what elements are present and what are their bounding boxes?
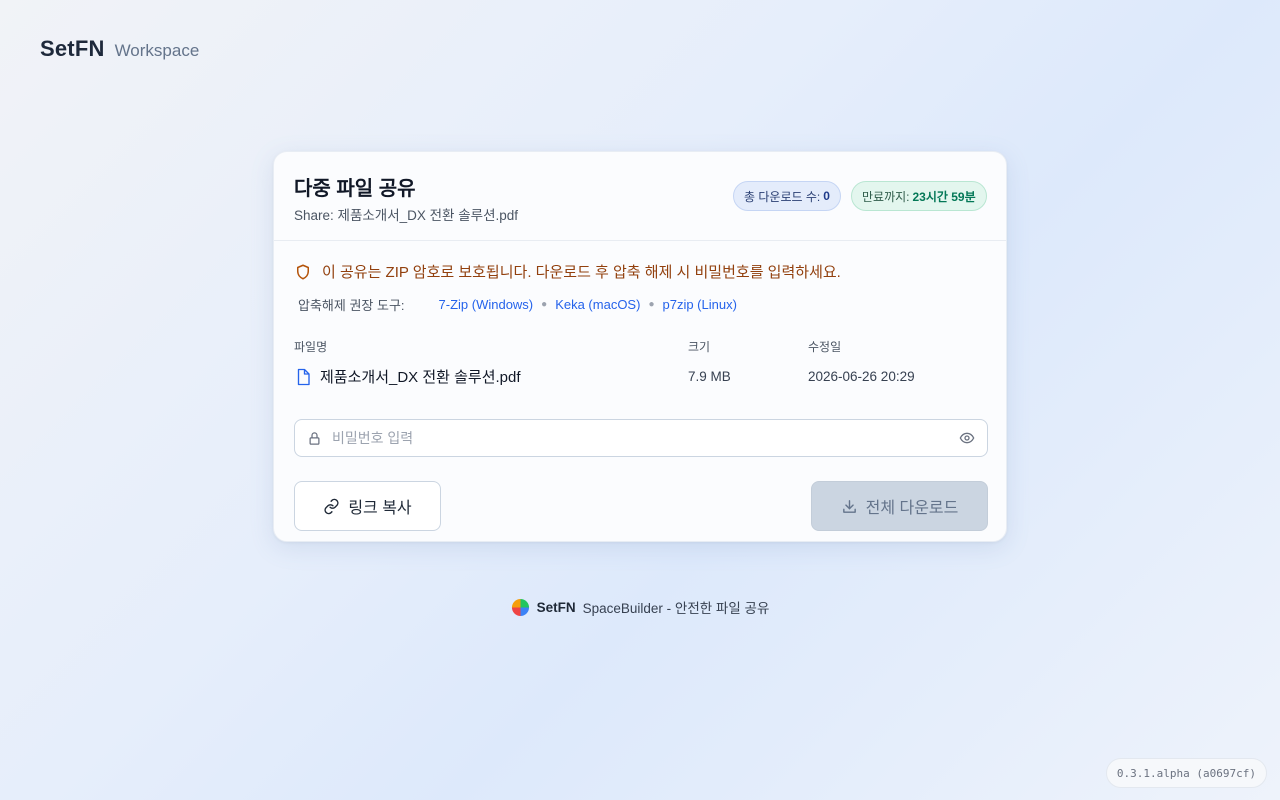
show-password-toggle[interactable] [959,430,975,446]
column-header-name: 파일명 [294,340,328,354]
expiry-label: 만료까지: [862,189,910,204]
setfn-logo-icon [511,598,529,616]
separator-dot: ● [541,299,548,310]
download-count-label: 총 다운로드 수: [744,189,821,204]
password-field[interactable] [294,419,988,457]
column-header-modified: 수정일 [808,340,842,354]
shield-icon [297,264,309,279]
copy-link-label: 링크 복사 [348,500,412,517]
notice-text: 이 공유는 ZIP 암호로 보호됩니다. 다운로드 후 압축 해제 시 비밀번호… [322,264,841,281]
expiry-value: 23시간 59분 [912,189,976,204]
brand-subtitle: Workspace [114,41,200,60]
version-badge: 0.3.1.alpha (a0697cf) [1105,758,1267,788]
zip-password-notice: 이 공유는 ZIP 암호로 보호됩니다. 다운로드 후 압축 해제 시 비밀번호… [294,261,841,282]
file-name: 제품소개서_DX 전환 솔루션.pdf [320,369,521,386]
tools-label: 압축해제 권장 도구: [298,298,405,313]
brand-name: SetFN [40,36,105,61]
link-icon [324,498,339,514]
copy-link-button[interactable]: 링크 복사 [294,481,441,531]
download-all-label: 전체 다운로드 [865,500,959,517]
footer-brand: SetFN [536,599,576,615]
tool-link-p7zip[interactable]: p7zip (Linux) [662,297,736,312]
expiry-badge: 만료까지: 23시간 59분 [851,181,987,211]
file-modified: 2026-06-26 20:29 [808,369,915,384]
footer-text: SpaceBuilder - 안전한 파일 공유 [582,601,770,616]
file-name-cell: 제품소개서_DX 전환 솔루션.pdf [294,366,521,387]
footer: SetFN SpaceBuilder - 안전한 파일 공유 [0,597,1280,617]
download-icon [842,499,856,513]
recommended-tools: 압축해제 권장 도구: 7-Zip (Windows) ● Keka (macO… [298,295,737,314]
lock-icon [309,431,320,445]
share-card: 다중 파일 공유 Share: 제품소개서_DX 전환 솔루션.pdf 총 다운… [273,151,1007,542]
download-count-value: 0 [823,189,830,203]
eye-icon [959,432,975,444]
brand: SetFN Workspace [40,36,199,62]
download-count-badge: 총 다운로드 수: 0 [733,181,841,211]
separator-dot: ● [648,299,655,310]
table-row: 제품소개서_DX 전환 솔루션.pdf 7.9 MB 2026-06-26 20… [274,366,1006,388]
password-input[interactable] [332,430,949,446]
tool-link-7zip[interactable]: 7-Zip (Windows) [439,297,534,312]
tool-link-keka[interactable]: Keka (macOS) [555,297,640,312]
page-title: 다중 파일 공유 [294,178,416,200]
file-size: 7.9 MB [688,369,731,384]
column-header-size: 크기 [688,340,711,354]
card-header: 다중 파일 공유 Share: 제품소개서_DX 전환 솔루션.pdf 총 다운… [274,152,1006,241]
file-icon [297,368,310,385]
download-all-button[interactable]: 전체 다운로드 [811,481,988,531]
share-filename: Share: 제품소개서_DX 전환 솔루션.pdf [294,208,519,223]
